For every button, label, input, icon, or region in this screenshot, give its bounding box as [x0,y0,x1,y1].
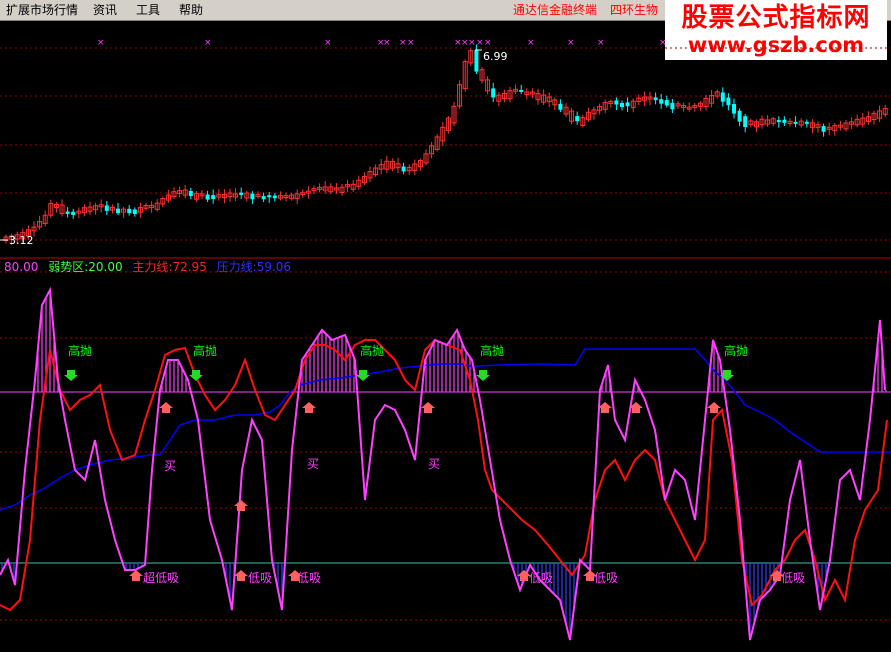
signal-x-marker: × [476,38,484,48]
low-price-label: 3.12 [9,234,34,247]
buy-arrow-icon [159,402,173,413]
low-buy-label: 低吸 [781,571,805,585]
buy-signal-label: 买 [428,457,440,471]
sell-signal-label: 高抛 [480,343,504,358]
signal-x-marker: × [484,38,492,48]
signal-x-marker: × [324,38,332,48]
candle-body [732,104,736,114]
weak-zone-label: 弱势区: [48,260,89,274]
low-buy-label: 低吸 [529,571,553,585]
signal-x-marker: × [597,38,605,48]
buy-signal-label: 买 [307,457,319,471]
signal-x-marker: × [468,38,476,48]
indicator-legend: 80.00 弱势区:20.00 主力线:72.95 压力线:59.06 [4,260,297,274]
main-line-label: 主力线: [132,260,173,274]
candle-body [653,97,658,101]
sell-signal-label: 高抛 [724,343,748,358]
buy-arrow-icon [234,500,248,511]
grid-lines [0,47,891,621]
signal-x-marker: × [97,38,105,48]
candle-body [519,89,524,92]
high-price-label: 6.99 [483,50,508,63]
candle-body [491,88,496,98]
candle-body [474,50,479,72]
candle-body [401,166,406,172]
low-buy-label: 超低吸 [143,570,179,585]
candle-body [670,102,675,110]
candle-body [743,116,748,128]
top-x-markers: × × × ×× × × × × × × × × × × × [97,38,667,48]
menu-news[interactable]: 资讯 [93,2,117,18]
candle-body [737,110,742,122]
sell-arrow-icon [64,370,78,381]
candle-body [558,103,563,110]
candle-body [782,119,787,123]
candle-body [132,209,137,214]
low-buy-label: 低吸 [297,571,321,585]
signal-x-marker: × [659,38,667,48]
low-buy-label: 低吸 [248,571,272,585]
candle-body [239,192,244,195]
candle-body [726,97,731,106]
main-line-value: 72.95 [172,260,207,274]
menu-help[interactable]: 帮助 [179,2,203,18]
signal-x-marker: × [383,38,391,48]
candle-body [127,208,132,214]
buy-arrow-icon [302,402,316,413]
candle-body [664,100,669,106]
candle-body [620,102,624,108]
weak-histogram [1,563,827,640]
candle-body [205,194,210,200]
buy-arrow-icon [234,570,248,581]
candle-body [776,120,781,123]
candle-body [614,100,619,105]
candle-body [625,102,630,107]
sell-arrow-icon [189,370,203,381]
pressure-line-label: 压力线: [216,260,257,274]
candle-body [659,99,664,104]
strong-histogram [33,290,887,392]
terminal-link[interactable]: 通达信金融终端 [513,2,597,18]
candle-body [267,195,272,198]
candle-body [793,121,798,124]
candle-body [188,190,193,196]
menu-tools[interactable]: 工具 [136,2,160,18]
menu-extended-market[interactable]: 扩展市场行情 [6,2,78,18]
candle-body [272,195,277,199]
buy-arrow-icon [129,570,143,581]
signal-x-marker: × [399,38,407,48]
signal-x-marker: × [204,38,212,48]
stock-name-link[interactable]: 四环生物 [610,2,658,18]
sell-signal-label: 高抛 [360,343,384,358]
candle-body [720,92,725,102]
candle-body [250,193,255,200]
candle-body [261,196,266,200]
candle-body [71,211,76,215]
low-buy-label: 低吸 [594,571,618,585]
buy-arrow-icon [421,402,435,413]
sell-signal-label: 高抛 [68,343,92,358]
weak-zone-value: 20.00 [88,260,123,274]
stock-chart-canvas[interactable]: × × × ×× × × × × × × × × × × × 6.99 3.12 高抛 高抛 高抛 高抛 高抛买 买 买… [0,21,891,652]
oscillator-line [0,286,886,641]
candle-body [575,116,580,122]
sell-signal-label: 高抛 [193,343,217,358]
candle-body [104,205,109,211]
candle-body [804,121,809,124]
sell-arrow-icon [476,370,490,381]
candle-body [116,208,120,214]
strong-zone-value: 80.00 [4,260,39,274]
signal-x-marker: × [407,38,415,48]
candle-body [211,195,216,199]
candle-body [821,126,826,132]
buy-arrow-icon [707,402,721,413]
signal-x-marker: × [567,38,575,48]
sell-arrow-icon [356,370,370,381]
pressure-line-value: 59.06 [256,260,292,274]
candle-body [65,211,70,214]
buy-signal-label: 买 [164,459,176,473]
signal-x-marker: × [527,38,535,48]
